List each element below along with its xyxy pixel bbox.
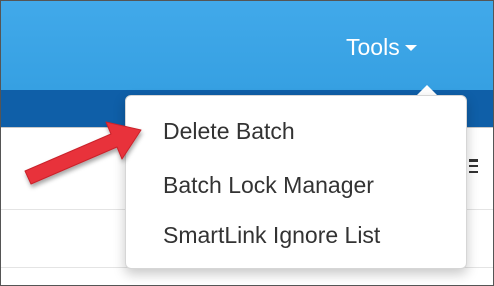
screenshot-frame: Tools Delete Batch Batch Lock Manager Sm…	[0, 0, 494, 286]
tools-menu-toggle[interactable]: Tools	[346, 29, 417, 65]
menu-item-delete-batch[interactable]: Delete Batch	[163, 118, 295, 145]
menu-item-batch-lock-manager[interactable]: Batch Lock Manager	[163, 172, 374, 199]
dropdown-pointer	[417, 85, 437, 95]
hamburger-line	[469, 164, 478, 168]
tools-menu-label: Tools	[346, 33, 400, 60]
top-navbar: Tools	[1, 1, 493, 90]
menu-item-smartlink-ignore-list[interactable]: SmartLink Ignore List	[163, 222, 380, 249]
hamburger-line	[469, 159, 478, 162]
tools-dropdown-menu: Delete Batch Batch Lock Manager SmartLin…	[125, 95, 467, 269]
hamburger-line	[469, 170, 478, 173]
arrow-shape	[24, 121, 142, 185]
hamburger-icon[interactable]	[469, 159, 478, 173]
red-pointer-arrow-icon	[24, 121, 142, 185]
caret-down-icon	[404, 45, 417, 51]
